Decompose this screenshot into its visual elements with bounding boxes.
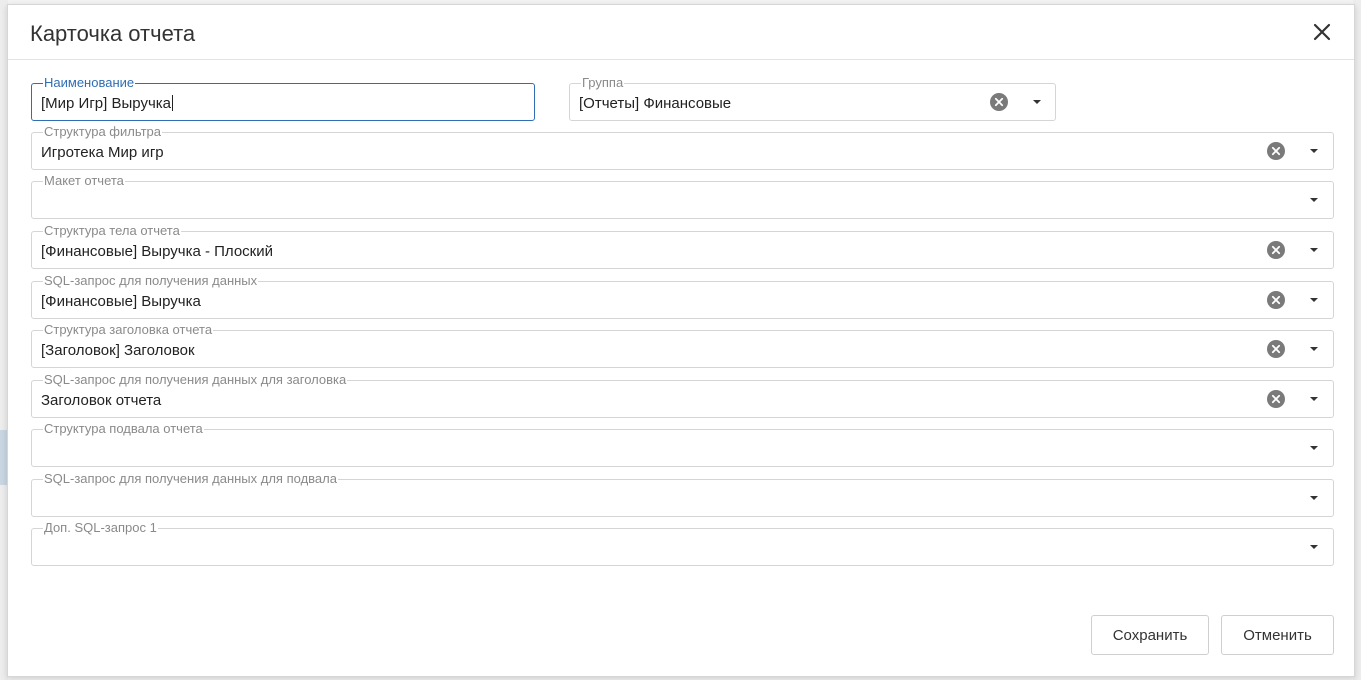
sql-footer-dropdown-icon[interactable] xyxy=(1309,494,1319,502)
sql-header-value: Заголовок отчета xyxy=(41,392,162,409)
name-field-label: Наименование xyxy=(43,75,136,90)
header-structure-dropdown-icon[interactable] xyxy=(1309,345,1319,353)
group-clear-icon[interactable] xyxy=(990,93,1008,111)
filter-structure-clear-icon[interactable] xyxy=(1267,142,1285,160)
sql-footer-label: SQL-запрос для получения данных для подв… xyxy=(43,471,338,486)
sql-header-clear-icon[interactable] xyxy=(1267,390,1285,408)
sql-data-clear-icon[interactable] xyxy=(1267,291,1285,309)
text-cursor xyxy=(172,95,173,111)
dialog-header: Карточка отчета xyxy=(8,5,1354,60)
sql-footer-select[interactable]: SQL-запрос для получения данных для подв… xyxy=(31,472,1334,517)
header-structure-label: Структура заголовка отчета xyxy=(43,322,214,337)
sql-header-label: SQL-запрос для получения данных для заго… xyxy=(43,372,348,387)
report-layout-label: Макет отчета xyxy=(43,173,125,188)
group-select-label: Группа xyxy=(581,75,625,90)
body-structure-label: Структура тела отчета xyxy=(43,223,181,238)
close-button[interactable] xyxy=(1310,20,1334,44)
report-layout-dropdown-icon[interactable] xyxy=(1309,196,1319,204)
footer-structure-dropdown-icon[interactable] xyxy=(1309,444,1319,452)
dialog-title: Карточка отчета xyxy=(30,21,196,46)
sql-header-dropdown-icon[interactable] xyxy=(1309,395,1319,403)
report-card-dialog: Карточка отчета Наименование [Мир Игр] В… xyxy=(7,4,1355,677)
extra-sql-1-select[interactable]: Доп. SQL-запрос 1 xyxy=(31,521,1334,566)
group-select[interactable]: Группа [Отчеты] Финансовые xyxy=(569,76,1056,121)
body-structure-value: [Финансовые] Выручка - Плоский xyxy=(41,243,274,260)
report-layout-select[interactable]: Макет отчета xyxy=(31,174,1334,219)
name-field[interactable]: Наименование [Мир Игр] Выручка xyxy=(31,76,535,121)
extra-sql-1-dropdown-icon[interactable] xyxy=(1309,543,1319,551)
body-structure-select[interactable]: Структура тела отчета [Финансовые] Выруч… xyxy=(31,224,1334,269)
footer-structure-label: Структура подвала отчета xyxy=(43,421,204,436)
sql-data-value: [Финансовые] Выручка xyxy=(41,293,201,310)
header-structure-value: [Заголовок] Заголовок xyxy=(41,342,195,359)
sql-data-select[interactable]: SQL-запрос для получения данных [Финансо… xyxy=(31,274,1334,319)
header-structure-clear-icon[interactable] xyxy=(1267,340,1285,358)
save-button[interactable]: Сохранить xyxy=(1091,615,1209,655)
body-structure-dropdown-icon[interactable] xyxy=(1309,246,1319,254)
filter-structure-value: Игротека Мир игр xyxy=(41,144,164,161)
sql-data-dropdown-icon[interactable] xyxy=(1309,296,1319,304)
sql-data-label: SQL-запрос для получения данных xyxy=(43,273,259,288)
group-select-value: [Отчеты] Финансовые xyxy=(579,95,732,112)
header-structure-select[interactable]: Структура заголовка отчета [Заголовок] З… xyxy=(31,323,1334,368)
filter-structure-dropdown-icon[interactable] xyxy=(1309,147,1319,155)
close-icon xyxy=(1313,23,1331,41)
footer-structure-select[interactable]: Структура подвала отчета xyxy=(31,422,1334,467)
cancel-button[interactable]: Отменить xyxy=(1221,615,1334,655)
filter-structure-label: Структура фильтра xyxy=(43,124,162,139)
extra-sql-1-label: Доп. SQL-запрос 1 xyxy=(43,520,158,535)
sql-header-select[interactable]: SQL-запрос для получения данных для заго… xyxy=(31,373,1334,418)
filter-structure-select[interactable]: Структура фильтра Игротека Мир игр xyxy=(31,125,1334,170)
body-structure-clear-icon[interactable] xyxy=(1267,241,1285,259)
name-field-value[interactable]: [Мир Игр] Выручка xyxy=(41,95,173,112)
group-dropdown-icon[interactable] xyxy=(1032,98,1042,106)
